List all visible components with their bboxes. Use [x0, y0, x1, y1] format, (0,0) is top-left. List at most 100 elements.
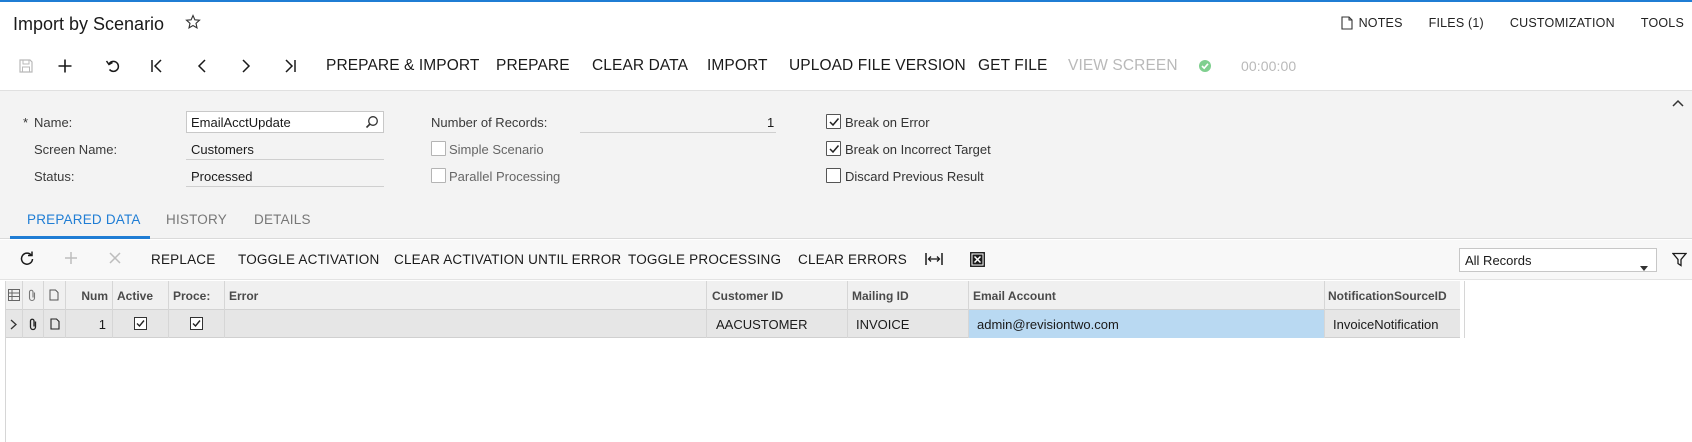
break-on-error-checkbox[interactable]	[826, 114, 841, 129]
name-value: EmailAcctUpdate	[191, 115, 291, 130]
grid-toolbar: REPLACE TOGGLE ACTIVATION CLEAR ACTIVATI…	[0, 240, 1692, 280]
screen-name-label: Screen Name:	[34, 142, 118, 157]
required-mark: *	[23, 115, 29, 130]
add-row-icon[interactable]	[63, 250, 79, 271]
attachment-header-icon	[23, 281, 44, 310]
last-record-icon[interactable]	[278, 54, 302, 78]
break-on-incorrect-target-label: Break on Incorrect Target	[845, 142, 991, 157]
search-icon[interactable]	[365, 115, 379, 134]
number-of-records-label: Number of Records:	[431, 115, 548, 130]
cell-num[interactable]: 1	[66, 310, 113, 338]
summary-form: * Name: EmailAcctUpdate Screen Name: Cus…	[0, 90, 1692, 200]
cell-email-account[interactable]: admin@revisiontwo.com	[969, 310, 1325, 338]
notes-link[interactable]: NOTES	[1341, 16, 1403, 30]
break-on-error-label: Break on Error	[845, 115, 930, 130]
clear-activation-until-error-button[interactable]: CLEAR ACTIVATION UNTIL ERROR	[394, 252, 621, 267]
number-of-records-underline	[580, 132, 776, 133]
chevron-down-icon	[1640, 258, 1648, 276]
grid-header: Num Active Proce: Error Customer ID Mail…	[6, 281, 1465, 310]
toggle-activation-button[interactable]: TOGGLE ACTIVATION	[238, 252, 379, 267]
tools-label: TOOLS	[1640, 16, 1684, 30]
discard-previous-result-label: Discard Previous Result	[845, 169, 984, 184]
simple-scenario-checkbox[interactable]	[431, 141, 446, 156]
star-icon[interactable]	[185, 14, 201, 30]
select-all-icon[interactable]	[6, 281, 23, 310]
files-link[interactable]: FILES (1)	[1429, 16, 1484, 30]
screen-name-underline	[186, 159, 384, 160]
status-underline	[186, 186, 384, 187]
row-expand-chevron-right-icon[interactable]	[6, 310, 23, 338]
checkbox-checked-icon	[190, 317, 203, 330]
column-header-customer-id[interactable]: Customer ID	[707, 281, 848, 310]
discard-previous-result-checkbox[interactable]	[826, 168, 841, 183]
refresh-icon[interactable]	[19, 250, 35, 271]
column-header-email-account[interactable]: Email Account	[969, 281, 1325, 310]
checkmark-icon	[829, 118, 840, 127]
cell-customer-id[interactable]: AACUSTOMER	[707, 310, 848, 338]
import-button[interactable]: IMPORT	[707, 57, 768, 75]
replace-button[interactable]: REPLACE	[151, 252, 215, 267]
status-label: Status:	[34, 169, 75, 184]
toggle-processing-button[interactable]: TOGGLE PROCESSING	[628, 252, 781, 267]
clear-errors-button[interactable]: CLEAR ERRORS	[798, 252, 907, 267]
tab-strip: PREPARED DATA HISTORY DETAILS	[0, 200, 1692, 239]
timer-display: 00:00:00	[1241, 58, 1297, 74]
column-header-num[interactable]: Num	[66, 281, 113, 310]
column-header-active[interactable]: Active	[113, 281, 169, 310]
column-header-error[interactable]: Error	[225, 281, 707, 310]
parallel-processing-label: Parallel Processing	[449, 169, 561, 184]
delete-row-icon[interactable]	[107, 250, 123, 271]
title-bar: Import by Scenario NOTES FILES (1) CUSTO…	[0, 2, 1692, 44]
name-input[interactable]: EmailAcctUpdate	[186, 111, 384, 133]
undo-icon[interactable]	[101, 54, 125, 78]
cell-error[interactable]	[225, 310, 707, 338]
parallel-processing-checkbox[interactable]	[431, 168, 446, 183]
tab-details[interactable]: DETAILS	[254, 212, 311, 227]
tab-prepared-data[interactable]: PREPARED DATA	[27, 212, 141, 227]
next-record-icon[interactable]	[234, 54, 258, 78]
add-icon[interactable]	[53, 54, 77, 78]
previous-record-icon[interactable]	[190, 54, 214, 78]
upload-file-version-button[interactable]: UPLOAD FILE VERSION	[789, 57, 966, 75]
customization-label: CUSTOMIZATION	[1509, 16, 1615, 30]
cell-notification-source-id[interactable]: InvoiceNotification	[1325, 310, 1465, 338]
main-toolbar: PREPARE & IMPORT PREPARE CLEAR DATA IMPO…	[0, 46, 1692, 86]
tab-history[interactable]: HISTORY	[166, 212, 227, 227]
filter-icon[interactable]	[1671, 252, 1688, 272]
cell-mailing-id[interactable]: INVOICE	[848, 310, 969, 338]
records-filter-select[interactable]: All Records	[1459, 248, 1657, 272]
save-icon[interactable]	[14, 54, 38, 78]
view-screen-button[interactable]: VIEW SCREEN	[1068, 57, 1178, 75]
top-right-links: NOTES FILES (1) CUSTOMIZATION TOOLS	[1341, 16, 1692, 30]
get-file-button[interactable]: GET FILE	[978, 57, 1047, 75]
status-value: Processed	[191, 169, 253, 184]
cell-processed-checkbox[interactable]	[169, 310, 225, 338]
notes-label: NOTES	[1358, 16, 1403, 30]
collapse-chevron-up-icon[interactable]	[1672, 95, 1684, 113]
customization-link[interactable]: CUSTOMIZATION	[1510, 16, 1615, 30]
checkbox-checked-icon	[134, 317, 147, 330]
row-note-icon[interactable]	[44, 310, 66, 338]
files-label: FILES (1)	[1428, 16, 1484, 30]
prepare-import-button[interactable]: PREPARE & IMPORT	[326, 57, 479, 75]
break-on-incorrect-target-checkbox[interactable]	[826, 141, 841, 156]
screen-name-value: Customers	[191, 142, 254, 157]
simple-scenario-label: Simple Scenario	[449, 142, 544, 157]
cell-active-checkbox[interactable]	[113, 310, 169, 338]
tools-link[interactable]: TOOLS	[1641, 16, 1684, 30]
clear-data-button[interactable]: CLEAR DATA	[592, 57, 688, 75]
column-header-notification-source-id[interactable]: NotificationSourceID	[1325, 281, 1465, 310]
column-header-processed[interactable]: Proce:	[169, 281, 225, 310]
prepare-button[interactable]: PREPARE	[496, 57, 570, 75]
export-excel-icon[interactable]	[970, 252, 985, 272]
active-tab-indicator	[10, 236, 150, 239]
page-title: Import by Scenario	[13, 14, 165, 34]
row-attachment-icon[interactable]	[23, 310, 44, 338]
column-header-mailing-id[interactable]: Mailing ID	[848, 281, 969, 310]
first-record-icon[interactable]	[145, 54, 169, 78]
fit-columns-icon[interactable]	[925, 252, 943, 271]
note-header-icon	[44, 281, 66, 310]
checkmark-icon	[829, 145, 840, 154]
note-icon	[1341, 16, 1353, 30]
table-row[interactable]: 1 AACUSTOMER INVOICE admin@revisiontwo.c…	[6, 310, 1465, 338]
